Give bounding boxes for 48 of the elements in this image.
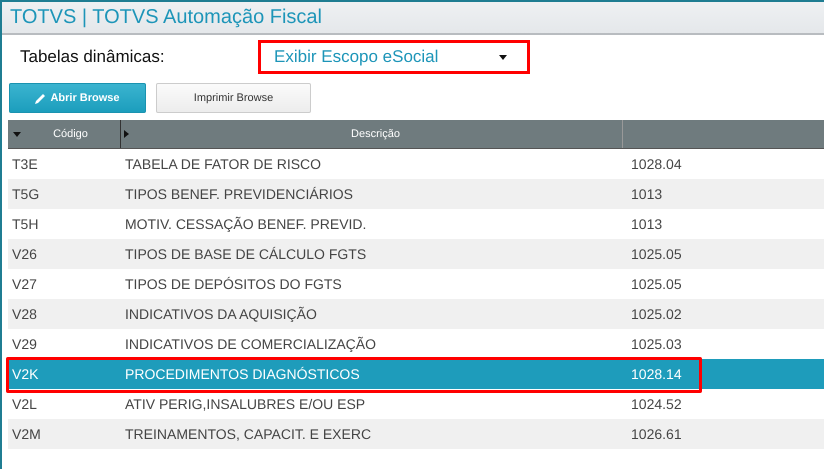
- table-cell-text: V2K: [11, 366, 40, 382]
- table-cell-text: T5H: [11, 216, 40, 232]
- table-cell-text: 1025.05: [630, 246, 683, 262]
- table-cell-text: T3E: [11, 156, 39, 172]
- table-cell-text: PROCEDIMENTOS DIAGNÓSTICOS: [124, 366, 361, 382]
- table-cell-text: TREINAMENTOS, CAPACIT. E EXERC: [124, 426, 372, 442]
- print-browse-button[interactable]: Imprimir Browse: [156, 83, 311, 113]
- column-header[interactable]: Código: [8, 120, 121, 148]
- table-row[interactable]: V27 TIPOS DE DEPÓSITOS DO FGTS 1025.05: [8, 269, 824, 299]
- column-header[interactable]: Descrição: [121, 120, 623, 148]
- sort-right-icon: [124, 130, 129, 138]
- table-cell-text: 1013: [630, 216, 664, 232]
- table-cell-text: ATIV PERIG,INSALUBRES E/OU ESP: [124, 396, 366, 412]
- table-row[interactable]: T5H MOTIV. CESSAÇÃO BENEF. PREVID. 1013: [8, 209, 824, 239]
- table-row[interactable]: V26 TIPOS DE BASE DE CÁLCULO FGTS 1025.05: [8, 239, 824, 269]
- table-cell-text: TIPOS DE BASE DE CÁLCULO FGTS: [124, 246, 368, 262]
- table-cell-text: INDICATIVOS DA AQUISIÇÃO: [124, 306, 318, 322]
- window-title: TOTVS | TOTVS Automação Fiscal: [10, 6, 322, 29]
- table-row[interactable]: V28 INDICATIVOS DA AQUISIÇÃO 1025.02: [8, 299, 824, 329]
- table-cell-text: V29: [11, 336, 38, 352]
- caret-icon: [499, 54, 507, 60]
- table-cell-text: MOTIV. CESSAÇÃO BENEF. PREVID.: [124, 216, 368, 232]
- table-cell-text: 1028.04: [630, 156, 683, 172]
- table-cell-text: 1024.52: [630, 396, 683, 412]
- table-cell-text: 1025.05: [630, 276, 683, 292]
- table-cell-text: 1026.61: [630, 426, 683, 442]
- table-cell-text: V2L: [11, 396, 38, 412]
- table-cell-text: V2M: [11, 426, 42, 442]
- filter-label: Tabelas dinâmicas:: [20, 47, 166, 67]
- table-cell-text: INDICATIVOS DE COMERCIALIZAÇÃO: [124, 336, 377, 352]
- table-row[interactable]: T3E TABELA DE FATOR DE RISCO 1028.04: [8, 149, 824, 179]
- table-cell-text: 1025.02: [630, 306, 683, 322]
- table-row[interactable]: T5G TIPOS BENEF. PREVIDENCIÁRIOS 1013: [8, 179, 824, 209]
- pencil-icon: [35, 92, 46, 104]
- table-cell-text: TABELA DE FATOR DE RISCO: [124, 156, 322, 172]
- table-cell-text: TIPOS BENEF. PREVIDENCIÁRIOS: [124, 186, 354, 202]
- table-cell-text: 1013: [630, 186, 664, 202]
- table-cell-text: V27: [11, 276, 38, 292]
- table-cell-text: 1025.03: [630, 336, 683, 352]
- table-cell-text: TIPOS DE DEPÓSITOS DO FGTS: [124, 276, 343, 292]
- table-cell-text: V28: [11, 306, 38, 322]
- table-row[interactable]: V29 INDICATIVOS DE COMERCIALIZAÇÃO 1025.03: [8, 329, 824, 359]
- sort-down-icon: [13, 132, 21, 136]
- table-cell-text: 1028.14: [630, 366, 683, 382]
- table-row[interactable]: V2M TREINAMENTOS, CAPACIT. E EXERC 1026.61: [8, 419, 824, 449]
- table-row[interactable]: V2L ATIV PERIG,INSALUBRES E/OU ESP 1024.52: [8, 389, 824, 419]
- table-cell-text: V26: [11, 246, 38, 262]
- table-cell-text: T5G: [11, 186, 40, 202]
